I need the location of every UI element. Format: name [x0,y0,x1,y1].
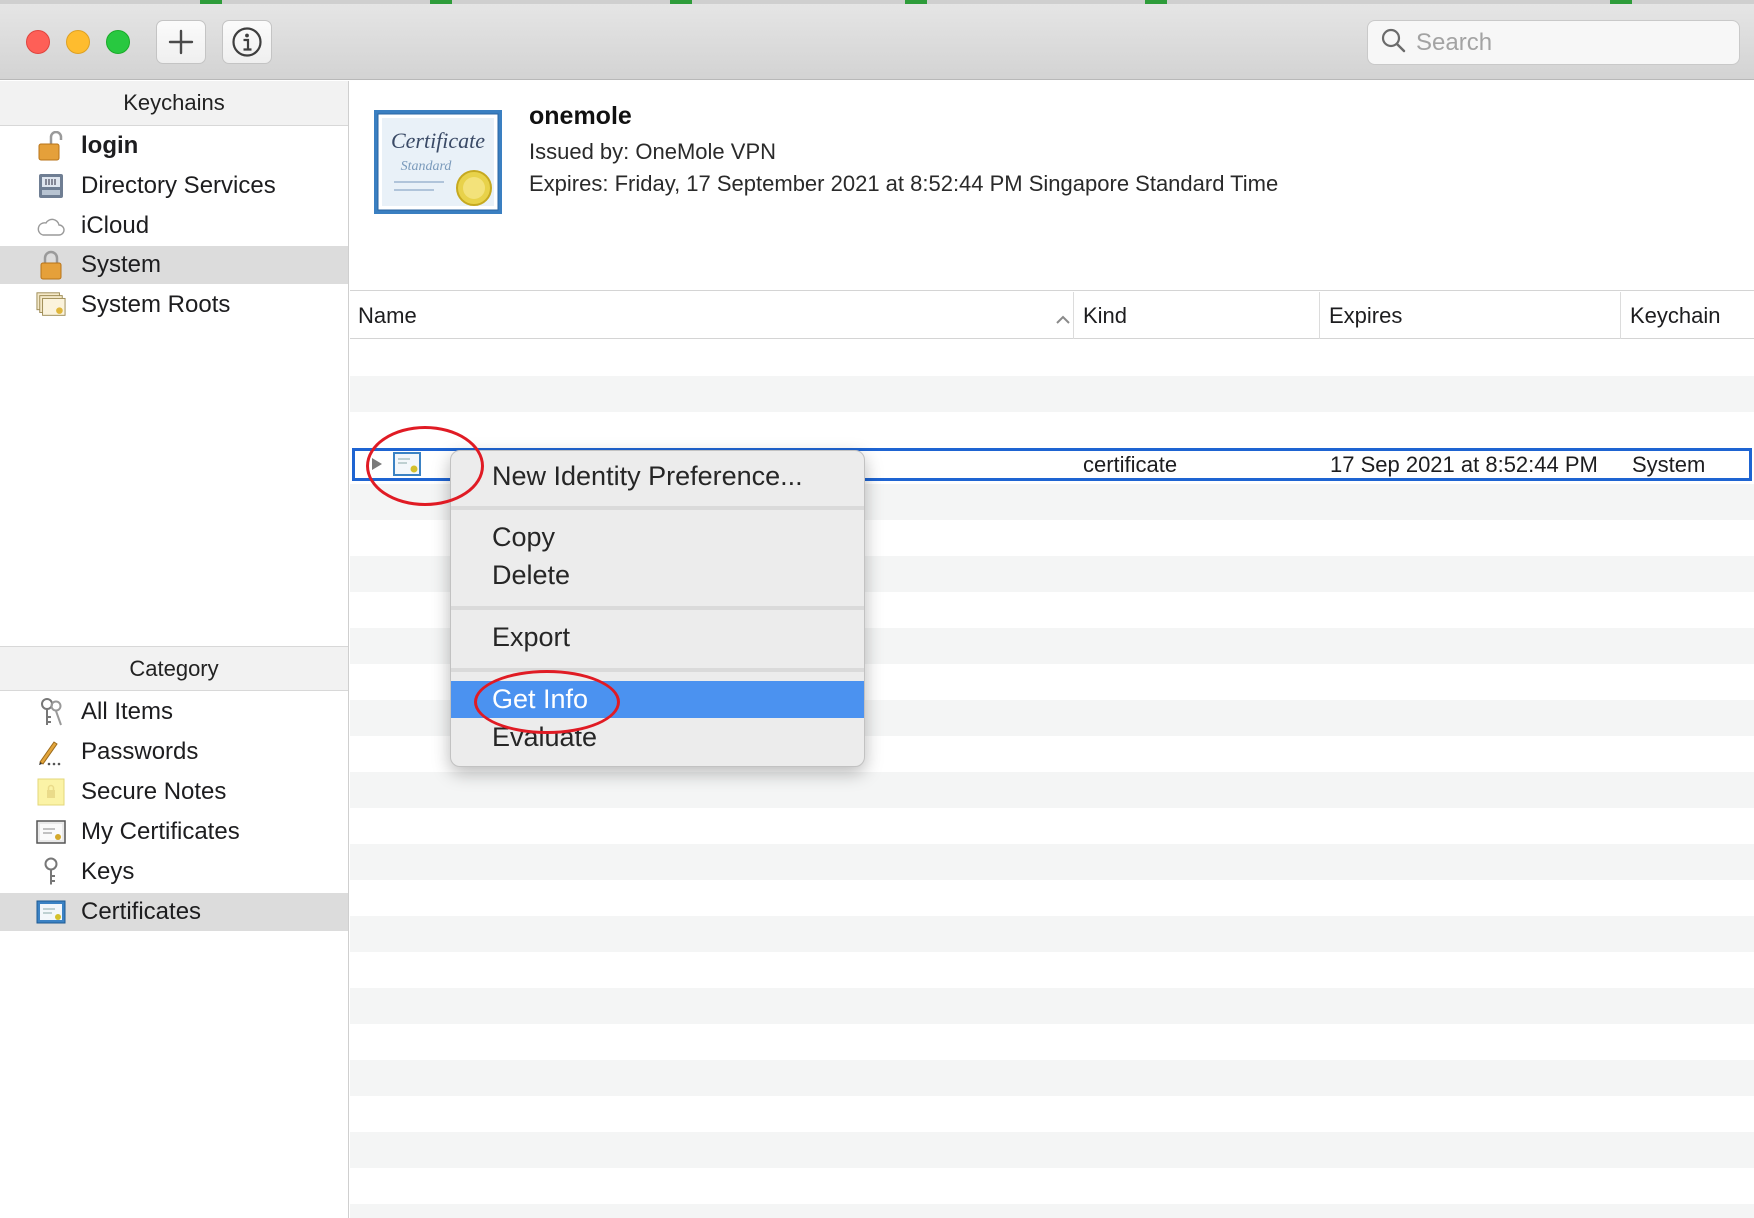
context-menu: New Identity Preference... Copy Delete E… [450,450,865,767]
table-row-stripe [350,376,1754,412]
column-header-kind[interactable]: Kind [1073,292,1319,339]
sidebar-item-certificates[interactable]: Certificates [0,893,348,931]
column-header-name[interactable]: Name [358,292,1070,339]
sidebar-item-label: System Roots [81,291,231,318]
key-icon [36,857,66,886]
sidebar-item-directory-services[interactable]: Directory Services [0,167,348,205]
table-row-stripe [350,844,1754,880]
column-header-label: Expires [1329,302,1403,328]
column-header-label: Keychain [1630,302,1721,328]
get-info-toolbar-button[interactable] [222,20,272,64]
sidebar-item-system-roots[interactable]: System Roots [0,286,348,324]
sidebar-item-label: iCloud [81,212,150,239]
keychain-access-window: Keychains login Directory Services iClou… [0,0,1754,1218]
minimize-window-button[interactable] [66,30,90,54]
table-row-stripe [350,1060,1754,1096]
column-header-expires[interactable]: Expires [1319,292,1620,339]
menu-item-export[interactable]: Export [451,619,864,656]
certificate-icon [393,452,421,476]
sidebar-item-label: Passwords [81,738,199,765]
sidebar-item-label: Keys [81,858,135,885]
menu-separator [451,606,864,610]
table-row-stripe [350,1132,1754,1168]
add-item-button[interactable] [156,20,206,64]
cert-icon-title: Certificate [391,128,485,153]
sidebar-item-system[interactable]: System [0,246,348,284]
sidebar-item-icloud[interactable]: iCloud [0,207,348,245]
table-header: Name Kind Expires Keychain [350,292,1754,339]
sort-ascending-icon [1055,306,1071,332]
sidebar-item-label: Directory Services [81,172,276,199]
cell-kind: certificate [1083,451,1178,477]
certificate-summary-pane: Certificate Standard onemole Issued by: … [350,81,1754,291]
sidebar-item-label: My Certificates [81,818,240,845]
menu-item-new-identity-preference[interactable]: New Identity Preference... [451,458,864,495]
table-row-stripe [350,772,1754,808]
sidebar-item-label: All Items [81,698,174,725]
table-row-stripe [350,1204,1754,1218]
cell-expires: 17 Sep 2021 at 8:52:44 PM [1330,451,1598,477]
disclosure-triangle-icon[interactable] [371,457,383,476]
certificate-title: onemole [529,102,632,130]
menu-separator [451,506,864,510]
certificate-stack-icon [36,291,66,319]
sidebar-item-label: System [81,251,162,278]
pencil-icon [36,738,66,766]
certificate-large-icon: Certificate Standard [374,110,502,214]
table-row-stripe [350,988,1754,1024]
my-certificate-icon [36,818,66,846]
zoom-window-button[interactable] [106,30,130,54]
unlocked-padlock-icon [36,131,66,161]
certificate-expiry: Expires: Friday, 17 September 2021 at 8:… [529,171,1279,196]
menu-item-copy[interactable]: Copy [451,519,864,556]
search-field[interactable] [1367,20,1740,65]
cert-icon-subtitle: Standard [401,159,453,174]
plus-icon [168,29,194,55]
cloud-icon [36,212,66,240]
locked-padlock-icon [36,250,66,280]
sidebar-item-my-certificates[interactable]: My Certificates [0,813,348,851]
category-header: Category [0,646,348,691]
menu-separator [451,668,864,672]
info-icon [231,26,263,58]
table-row-stripe [350,916,1754,952]
keys-icon [36,698,66,726]
cell-keychain: System [1632,451,1706,477]
sidebar-item-label: Secure Notes [81,778,227,805]
menu-item-get-info[interactable]: Get Info [451,681,864,718]
search-icon [1368,27,1406,58]
sidebar-item-label: Certificates [81,898,202,925]
sidebar-item-all-items[interactable]: All Items [0,693,348,731]
keychains-header: Keychains [0,81,348,126]
menu-item-evaluate[interactable]: Evaluate [451,719,864,756]
column-header-label: Kind [1083,302,1128,328]
close-window-button[interactable] [26,30,50,54]
window-toolbar [0,0,1754,80]
menu-item-delete[interactable]: Delete [451,557,864,594]
certificate-icon [36,898,66,926]
sidebar-item-login[interactable]: login [0,127,348,165]
search-input[interactable] [1416,28,1716,57]
column-header-label: Name [358,302,417,328]
sidebar-item-keys[interactable]: Keys [0,853,348,891]
certificate-issuer: Issued by: OneMole VPN [529,139,777,164]
background-window-strip [0,0,1754,4]
sidebar: Keychains login Directory Services iClou… [0,81,349,1218]
sidebar-item-label: login [81,132,139,159]
directory-server-icon [36,172,66,200]
note-icon [36,778,66,806]
sidebar-item-secure-notes[interactable]: Secure Notes [0,773,348,811]
column-header-keychain[interactable]: Keychain [1620,292,1754,339]
sidebar-item-passwords[interactable]: Passwords [0,733,348,771]
